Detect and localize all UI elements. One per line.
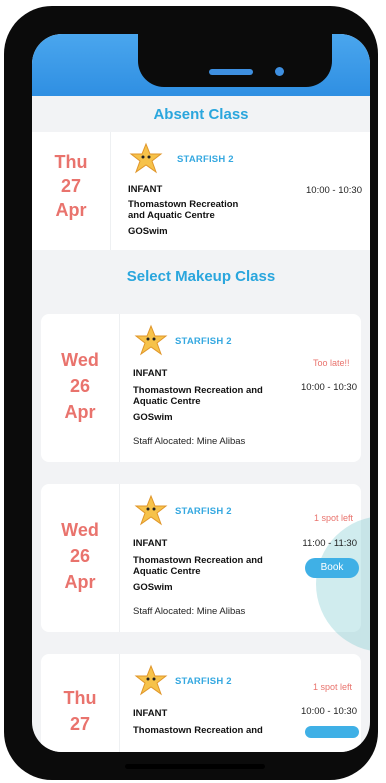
makeup-class-card[interactable]: Wed 26 Apr STARFISH 2 INFANT Thomastown … [41,314,361,462]
speaker-icon [209,69,253,75]
date-month: Apr [64,402,96,422]
starfish-icon [134,664,168,696]
location-line-2: Aquatic Centre [133,396,201,407]
date-column: Wed 26 Apr [41,314,120,462]
location-line-1: Thomastown Recreation [128,199,239,210]
makeup-class-card[interactable]: Thu 27 STARFISH 2 INFANT Thomastown Recr… [41,654,361,752]
location-line-1: Thomastown Recreation and [133,555,263,566]
date-number: 27 [60,176,82,196]
location-line-1: Thomastown Recreation and [133,725,263,736]
date-day: Wed [61,350,99,370]
class-category: INFANT [133,368,168,379]
date-day: Wed [61,520,99,540]
class-level: STARFISH 2 [175,506,232,517]
location-line-2: Aquatic Centre [133,566,201,577]
status-spots-left: 1 spot left [314,513,354,523]
absent-class-title: Absent Class [153,106,249,123]
class-time: 10:00 - 10:30 [301,382,357,393]
staff-allocated: Staff Alocated: Mine Alibas [133,606,246,617]
date-month: Apr [55,200,87,220]
date-number: 26 [69,376,91,396]
class-level: STARFISH 2 [175,336,232,347]
book-button[interactable]: Book [305,558,359,578]
date-month: Apr [64,572,96,592]
starfish-icon [129,142,163,174]
class-time: 11:00 - 11:30 [302,538,357,549]
location-line-2: and Aquatic Centre [128,210,215,221]
date-day: Thu [63,688,97,708]
provider-name: GOSwim [128,226,168,237]
home-indicator [125,764,265,769]
date-number: 26 [69,546,91,566]
makeup-class-title: Select Makeup Class [126,268,276,285]
class-level: STARFISH 2 [175,676,232,687]
book-button-partial[interactable] [305,726,359,738]
date-column: Wed 26 Apr [41,484,120,632]
class-level: STARFISH 2 [177,154,234,165]
class-category: INFANT [128,184,163,195]
staff-allocated: Staff Alocated: Mine Alibas [133,436,246,447]
status-spots-left: 1 spot left [313,682,353,692]
provider-name: GOSwim [133,582,173,593]
starfish-icon [134,494,168,526]
starfish-icon [134,324,168,356]
class-category: INFANT [133,538,168,549]
camera-icon [275,67,284,76]
date-number: 27 [69,714,91,734]
date-day: Thu [54,152,88,172]
class-time: 10:00 - 10:30 [306,185,362,196]
app-screen: Absent Class Thu 27 Apr STARFISH 2 INFAN… [32,34,370,752]
location-line-1: Thomastown Recreation and [133,385,263,396]
class-category: INFANT [133,708,168,719]
phone-frame: Absent Class Thu 27 Apr STARFISH 2 INFAN… [4,6,378,780]
date-column: Thu 27 Apr [32,132,111,250]
date-column: Thu 27 [41,654,120,752]
status-too-late: Too late!! [313,358,350,368]
class-time: 10:00 - 10:30 [301,706,357,717]
phone-notch [138,34,332,87]
provider-name: GOSwim [133,412,173,423]
absent-class-card: Thu 27 Apr STARFISH 2 INFANT Thomastown … [32,132,370,250]
